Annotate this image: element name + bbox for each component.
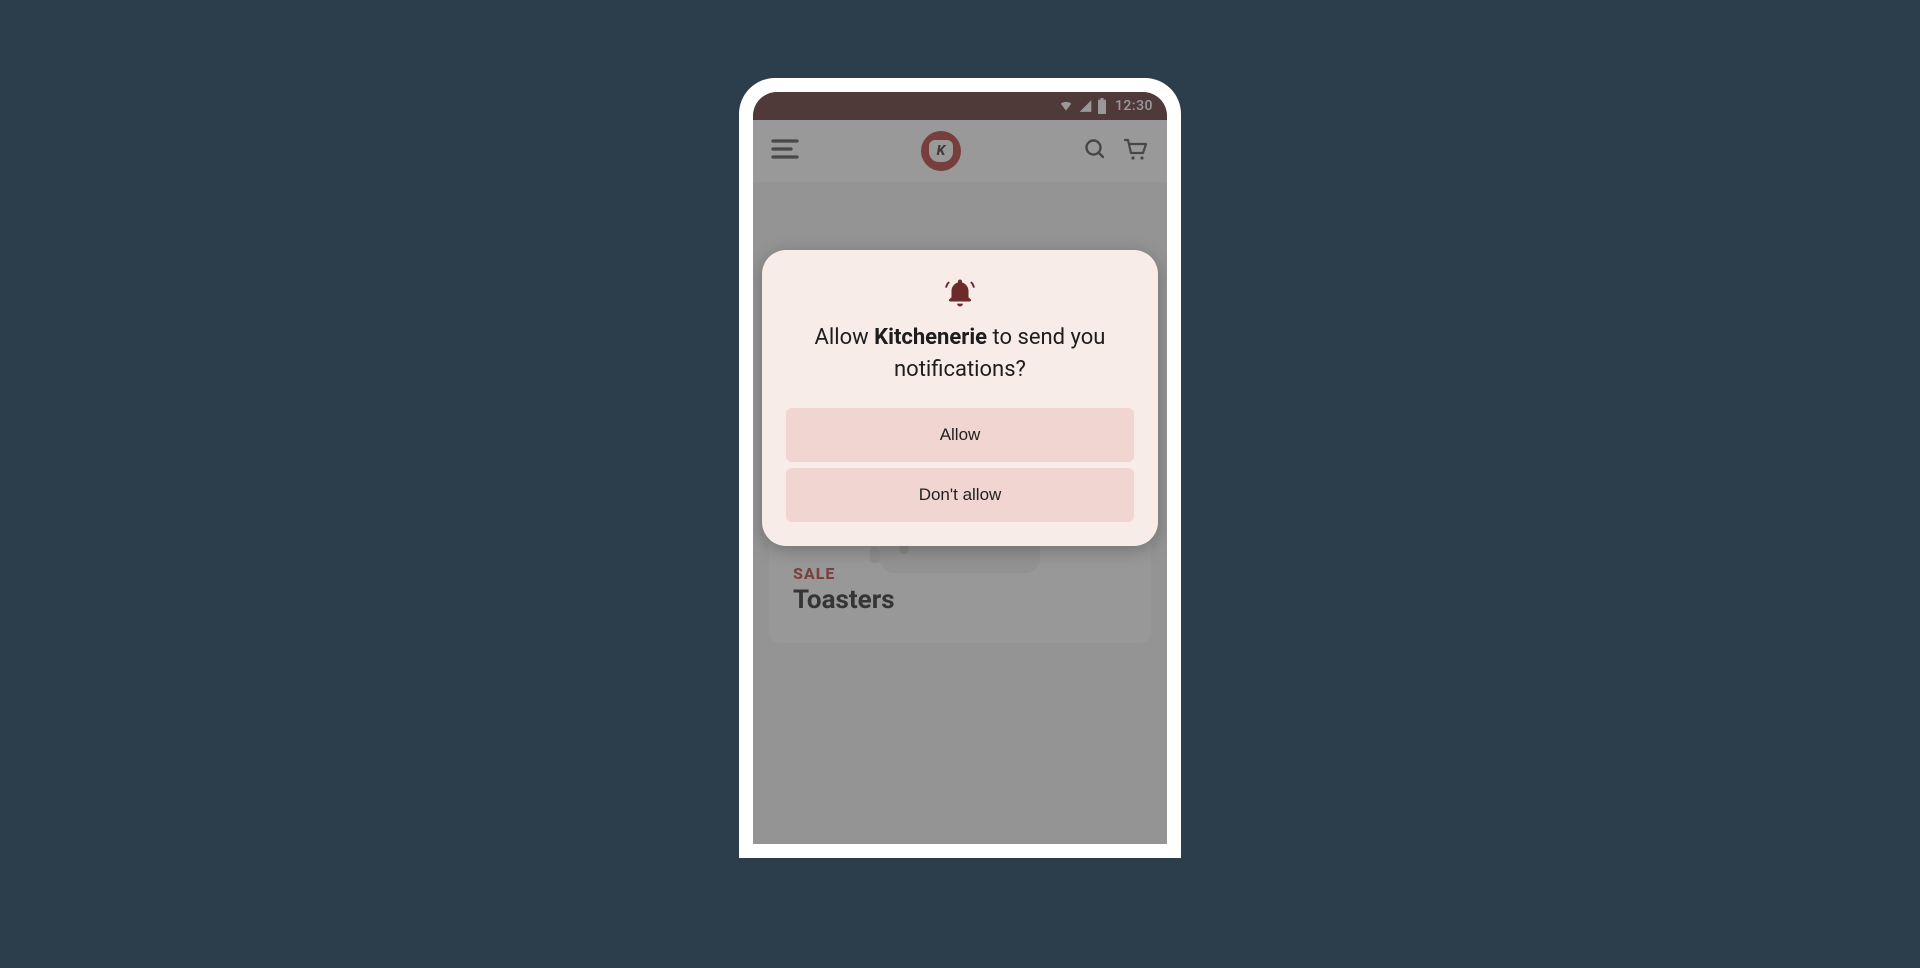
bell-icon [786,276,1134,310]
notification-permission-dialog: Allow Kitchenerie to send you notificati… [762,250,1158,546]
deny-button[interactable]: Don't allow [786,468,1134,522]
dialog-prefix: Allow [815,325,875,350]
phone-frame: 12:30 K [739,78,1181,858]
allow-button[interactable]: Allow [786,408,1134,462]
dialog-message: Allow Kitchenerie to send you notificati… [786,322,1134,386]
dialog-app-name: Kitchenerie [874,325,987,350]
screen: 12:30 K [753,92,1167,844]
